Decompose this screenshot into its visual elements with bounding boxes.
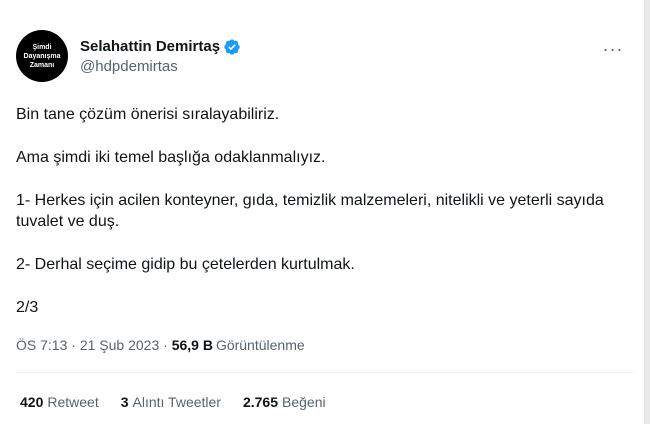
avatar-text-line-2: Dayanışma [23,52,61,60]
author-info: Selahattin Demirtaş @hdpdemirtas [80,38,241,75]
tweet-stats: 420 Retweet 3 Alıntı Tweetler 2.765 Beğe… [20,394,348,410]
tweet-meta: ÖS 7:13 · 21 Şub 2023 · 56,9 B Görüntüle… [16,337,305,353]
quotes-count: 3 [120,394,129,410]
meta-separator-2: · [159,337,172,353]
author-handle[interactable]: @hdpdemirtas [80,58,241,75]
tweet-paragraph-1: Bin tane çözüm önerisi sıralayabiliriz. [16,106,280,123]
tweet-card: Şimdi Dayanışma Zamanı Selahattin Demirt… [0,0,650,424]
avatar-text-line-1: Şimdi [32,43,52,51]
tweet-date[interactable]: 21 Şub 2023 [80,337,159,353]
verified-badge-icon [224,38,240,55]
retweets-label: Retweet [47,394,99,410]
likes-count: 2.765 [242,394,279,410]
tweet-paragraph-2: Ama şimdi iki temel başlığa odaklanmalıy… [16,149,326,166]
tweet-header: Şimdi Dayanışma Zamanı Selahattin Demirt… [16,30,634,82]
quotes-label: Alıntı Tweetler [132,394,221,410]
avatar-text-line-3: Zamanı [29,61,55,69]
divider [16,372,634,373]
scrollbar-track [644,0,650,424]
quotes-stat[interactable]: 3 Alıntı Tweetler [121,394,221,410]
more-options-icon[interactable]: ··· [602,38,624,60]
tweet-paragraph-5: 2/3 [16,299,39,316]
views-count: 56,9 B [171,337,213,353]
tweet-paragraph-4: 2- Derhal seçime gidip bu çetelerden kur… [16,256,355,273]
tweet-paragraph-3: 1- Herkes için acilen konteyner, gıda, t… [16,192,604,230]
likes-label: Beğeni [282,394,326,410]
meta-separator: · [67,337,80,353]
tweet-text: Bin tane çözüm önerisi sıralayabiliriz. … [16,104,626,340]
tweet-time[interactable]: ÖS 7:13 [16,337,67,353]
retweets-count: 420 [20,394,44,410]
views-label: Görüntülenme [215,337,305,353]
name-row: Selahattin Demirtaş [80,38,241,56]
display-name[interactable]: Selahattin Demirtaş [80,38,220,55]
retweets-stat[interactable]: 420 Retweet [20,394,99,410]
avatar[interactable]: Şimdi Dayanışma Zamanı [16,30,68,82]
likes-stat[interactable]: 2.765 Beğeni [243,394,326,410]
